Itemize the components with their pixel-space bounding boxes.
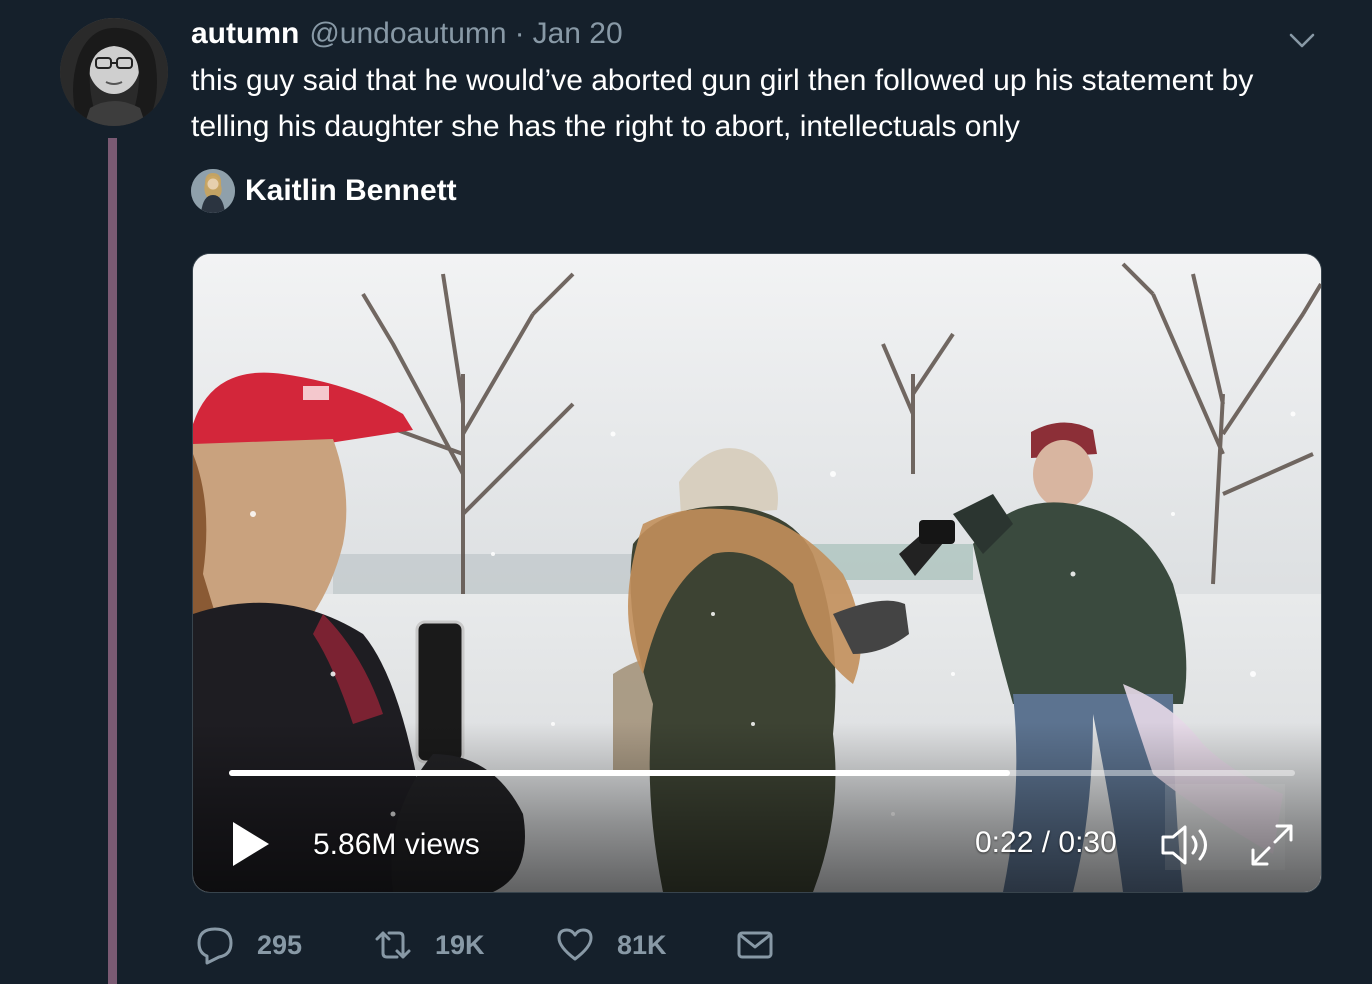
- video-progress-fill: [229, 770, 1011, 776]
- header-separator: ·: [514, 17, 525, 50]
- retweet-button[interactable]: 19K: [373, 922, 485, 968]
- author-display-name[interactable]: autumn: [191, 17, 299, 51]
- author-avatar-image: [60, 18, 168, 126]
- volume-icon[interactable]: [1159, 822, 1219, 868]
- envelope-icon: [737, 931, 773, 959]
- author-handle[interactable]: @undoautumn: [309, 17, 506, 51]
- tweet[interactable]: autumn @undoautumn · Jan 20 this guy sai…: [0, 0, 1372, 984]
- share-via-dm-button[interactable]: [735, 922, 797, 968]
- video-player[interactable]: 5.86M views 0:22 / 0:30: [192, 253, 1322, 893]
- quoted-author-avatar-image: [191, 169, 235, 213]
- video-progress-bar[interactable]: [229, 770, 1295, 776]
- fullscreen-icon[interactable]: [1247, 820, 1297, 870]
- video-view-count: 5.86M views: [313, 828, 480, 861]
- reply-button[interactable]: 295: [195, 922, 302, 968]
- retweet-count: 19K: [435, 929, 485, 960]
- chevron-down-icon[interactable]: [1286, 24, 1318, 56]
- thread-connector-line: [108, 138, 117, 984]
- reply-icon: [197, 927, 233, 965]
- video-timecode: 0:22 / 0:30: [975, 826, 1117, 859]
- quoted-author-name[interactable]: Kaitlin Bennett: [245, 174, 457, 208]
- controls-overlay: [193, 722, 1321, 892]
- tweet-header: autumn @undoautumn · Jan 20: [191, 14, 623, 54]
- retweet-icon: [375, 931, 411, 959]
- heart-icon: [557, 928, 593, 961]
- tweet-text: this guy said that he would’ve aborted g…: [191, 64, 1254, 143]
- tweet-date[interactable]: Jan 20: [533, 17, 623, 51]
- like-button[interactable]: 81K: [555, 922, 667, 968]
- play-icon[interactable]: [229, 818, 273, 870]
- quoted-author[interactable]: Kaitlin Bennett: [191, 168, 457, 214]
- author-avatar[interactable]: [60, 18, 168, 126]
- reply-count: 295: [257, 929, 303, 960]
- like-count: 81K: [617, 929, 667, 960]
- quoted-author-avatar[interactable]: [191, 169, 235, 213]
